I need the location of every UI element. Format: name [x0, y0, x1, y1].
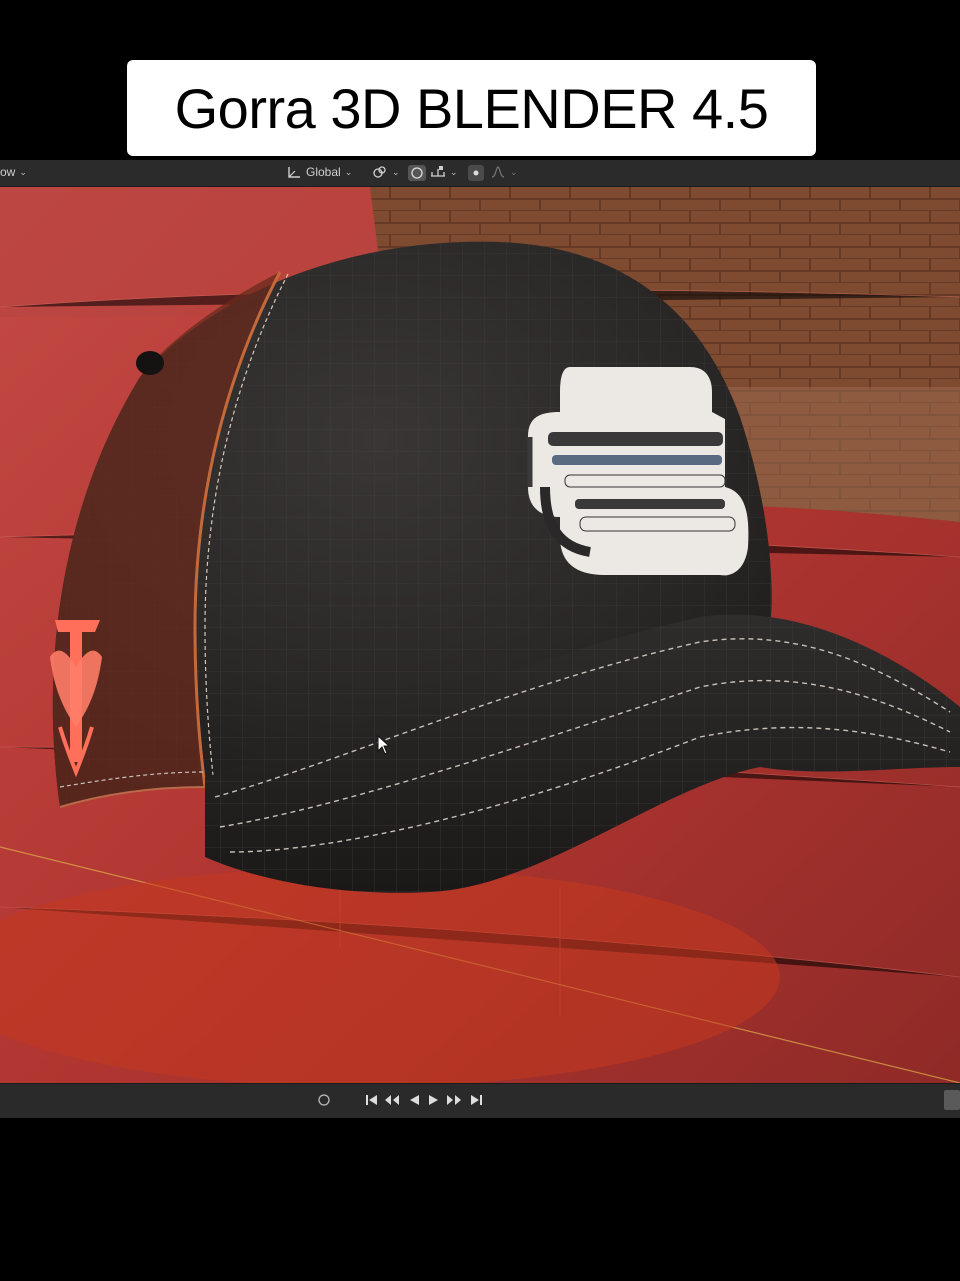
chevron-down-icon: ⌄	[19, 166, 27, 177]
pivot-dropdown[interactable]: ⌄	[372, 165, 400, 179]
play-icon	[429, 1095, 438, 1105]
jump-start-icon	[366, 1095, 377, 1105]
chevron-down-icon: ⌄	[392, 166, 400, 177]
frame-field[interactable]	[944, 1090, 960, 1110]
snap-increment-icon	[431, 166, 445, 177]
snap-dropdown[interactable]: ⌄	[430, 165, 458, 179]
shading-label: ow	[0, 165, 16, 179]
shading-dropdown[interactable]: ow ⌄	[0, 165, 27, 179]
falloff-dropdown[interactable]: ⌄	[490, 165, 518, 179]
jump-end-icon	[471, 1095, 482, 1105]
chevron-down-icon: ⌄	[510, 166, 518, 177]
previous-keyframe-button[interactable]	[384, 1092, 400, 1108]
previous-keyframe-icon	[385, 1095, 399, 1105]
transform-orientation-dropdown[interactable]: Global ⌄	[286, 165, 352, 179]
chevron-down-icon: ⌄	[450, 166, 458, 177]
jump-end-button[interactable]	[468, 1092, 484, 1108]
next-keyframe-button[interactable]	[446, 1092, 462, 1108]
play-reverse-button[interactable]	[406, 1092, 422, 1108]
chevron-down-icon: ⌄	[344, 166, 353, 177]
jump-start-button[interactable]	[364, 1092, 380, 1108]
falloff-curve-icon	[491, 166, 505, 178]
timeline-bar	[0, 1083, 960, 1118]
record-icon	[318, 1094, 330, 1106]
transform-axes-icon	[288, 167, 300, 178]
proportional-toggle[interactable]	[468, 165, 484, 181]
proportional-falloff-icon	[468, 165, 484, 181]
auto-keying-button[interactable]	[316, 1092, 332, 1108]
play-reverse-icon	[410, 1095, 419, 1105]
3d-viewport[interactable]	[0, 187, 960, 1083]
viewport-scene	[0, 187, 960, 1083]
viewport-header: ow ⌄ Global ⌄ ⌄ ⌄ ⌄	[0, 160, 960, 187]
video-caption: Gorra 3D BLENDER 4.5	[127, 60, 816, 156]
proportional-edit-icon	[408, 165, 426, 181]
snap-toggle[interactable]	[408, 165, 426, 181]
caption-title: Gorra 3D BLENDER 4.5	[174, 76, 769, 140]
next-keyframe-icon	[447, 1095, 461, 1105]
mouse-pointer-icon	[377, 735, 391, 755]
orientation-label: Global	[306, 165, 341, 179]
snap-link-icon	[373, 166, 386, 178]
play-button[interactable]	[426, 1092, 442, 1108]
